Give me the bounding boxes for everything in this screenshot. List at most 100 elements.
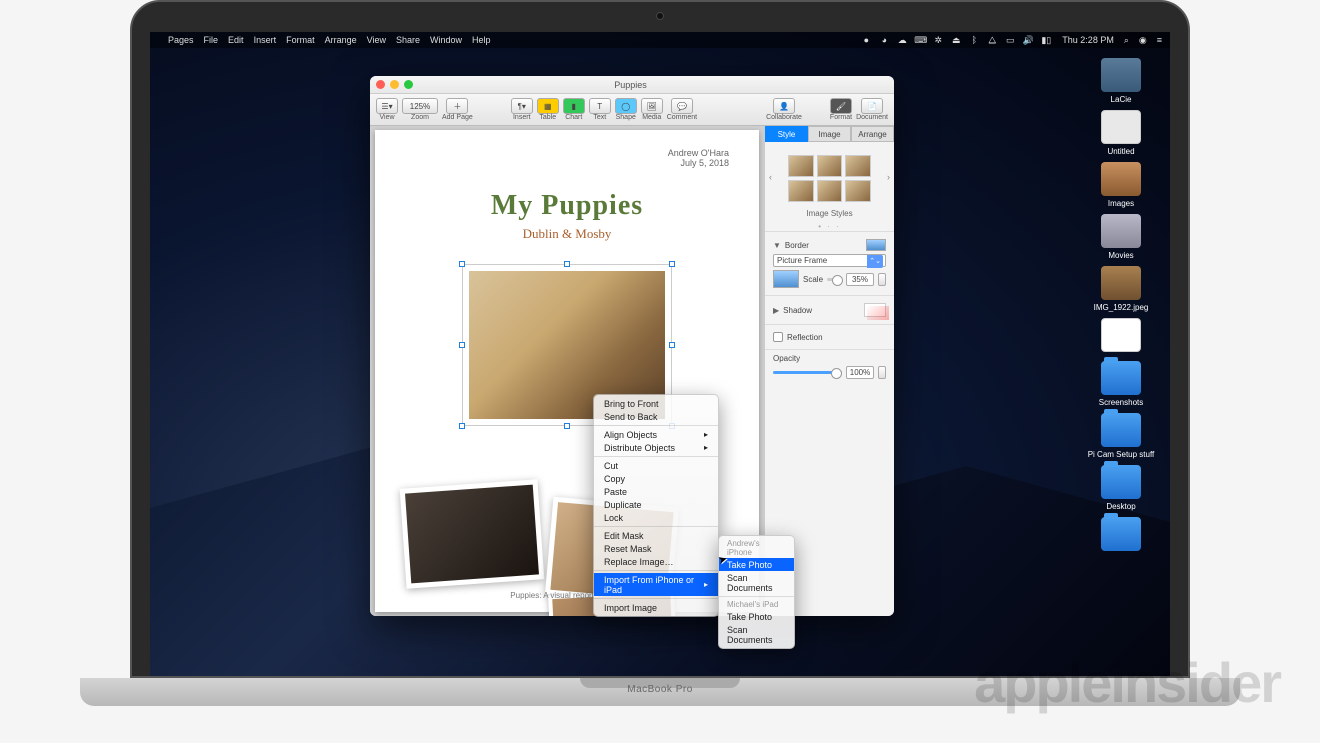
tb-text[interactable]: TText [589,98,611,121]
scale-value[interactable]: 35% [846,273,874,286]
minimize-icon[interactable] [390,80,399,89]
resize-handle[interactable] [459,423,465,429]
ctx-item[interactable]: Copy [594,472,718,485]
maximize-icon[interactable] [404,80,413,89]
volume-icon[interactable]: 🔊 [1022,35,1034,46]
menu-arrange[interactable]: Arrange [325,35,357,45]
desktop-icon[interactable]: IMG_1922.jpeg [1082,266,1160,312]
style-thumb[interactable] [817,155,843,177]
desktop-icon[interactable]: Movies [1082,214,1160,260]
close-icon[interactable] [376,80,385,89]
status-tray[interactable]: ● ◕ ☁ ⌨ ✲ ⏏ ᛒ ⧋ ▭ 🔊 ▮▯ [860,35,1052,46]
desktop-icon[interactable]: Untitled [1082,110,1160,156]
context-menu[interactable]: Bring to FrontSend to Back Align Objects▸… [593,394,719,617]
style-thumb[interactable] [788,180,814,202]
status-icon[interactable]: ☁ [896,35,908,46]
desktop-icon[interactable] [1082,517,1160,554]
menu-window[interactable]: Window [430,35,462,45]
style-thumb[interactable] [817,180,843,202]
menu-view[interactable]: View [367,35,386,45]
scale-slider[interactable] [827,278,842,281]
disclosure-icon[interactable]: ▶ [773,306,779,315]
tb-collaborate[interactable]: 👤Collaborate [766,98,802,121]
styles-next-icon[interactable]: › [885,172,892,182]
frame-type-select[interactable]: Picture Frame [773,254,886,267]
resize-handle[interactable] [564,423,570,429]
tb-add-page[interactable]: ＋Add Page [442,98,473,121]
desktop-icon[interactable]: Pi Cam Setup stuff [1082,413,1160,459]
dog-photo-1[interactable] [400,479,545,588]
tb-chart[interactable]: ▮Chart [563,98,585,121]
ctx-item[interactable]: Bring to Front [594,397,718,410]
battery-icon[interactable]: ▮▯ [1040,35,1052,46]
tb-document[interactable]: 📄Document [856,98,888,121]
shadow-preview[interactable] [864,303,886,317]
resize-handle[interactable] [459,342,465,348]
search-icon[interactable]: ⌕ [1124,35,1129,46]
desktop-icon[interactable]: LaCie [1082,58,1160,104]
traffic-lights[interactable] [376,80,413,89]
opacity-value[interactable]: 100% [846,366,874,379]
tb-shape[interactable]: ◯Shape [615,98,637,121]
tb-view[interactable]: ☰▾View [376,98,398,121]
desktop-icon[interactable]: Desktop [1082,465,1160,511]
menu-share[interactable]: Share [396,35,420,45]
tb-media[interactable]: 🖼Media [641,98,663,121]
siri-icon[interactable]: ◉ [1139,35,1147,46]
style-thumb[interactable] [845,155,871,177]
opacity-stepper[interactable] [878,366,886,379]
status-icon[interactable]: ● [860,35,872,45]
ctx-item[interactable]: Reset Mask [594,542,718,555]
status-icon[interactable]: ⏏ [950,35,962,46]
ctx-item[interactable]: Replace Image… [594,555,718,568]
doc-subtitle[interactable]: Dublin & Mosby [405,226,729,242]
resize-handle[interactable] [564,261,570,267]
menu-format[interactable]: Format [286,35,315,45]
desktop-icon[interactable]: Images [1082,162,1160,208]
ctx-item[interactable]: Import Image [594,601,718,614]
resize-handle[interactable] [459,261,465,267]
menu-insert[interactable]: Insert [254,35,277,45]
scale-stepper[interactable] [878,273,886,286]
opacity-slider[interactable] [773,371,842,374]
tb-table[interactable]: ▦Table [537,98,559,121]
status-icon[interactable]: ⌨ [914,35,926,46]
menu-help[interactable]: Help [472,35,491,45]
window-titlebar[interactable]: Puppies [370,76,894,94]
context-sub-menu[interactable]: Andrew's iPhoneTake PhotoScan DocumentsM… [718,535,795,649]
desktop-icon[interactable] [1082,318,1160,355]
tab-image[interactable]: Image [808,126,851,142]
ctx-item[interactable]: Import From iPhone or iPad▸ [594,573,718,596]
resize-handle[interactable] [669,261,675,267]
ctx-item[interactable]: Lock [594,511,718,524]
styles-prev-icon[interactable]: ‹ [767,172,774,182]
sub-menu-item[interactable]: Scan Documents [719,623,794,646]
resize-handle[interactable] [669,342,675,348]
menubar-clock[interactable]: Thu 2:28 PM [1062,35,1114,45]
style-thumb[interactable] [788,155,814,177]
status-icon[interactable]: ◕ [878,35,890,45]
notification-center-icon[interactable]: ≡ [1157,35,1162,45]
menubar[interactable]: Pages File Edit Insert Format Arrange Vi… [150,32,1170,48]
tb-insert[interactable]: ¶▾Insert [511,98,533,121]
ctx-item[interactable]: Edit Mask [594,529,718,542]
ctx-item[interactable]: Paste [594,485,718,498]
doc-title[interactable]: My Puppies [405,190,729,222]
ctx-item[interactable]: Align Objects▸ [594,428,718,441]
style-thumb[interactable] [845,180,871,202]
tb-format[interactable]: 🖌Format [830,98,852,121]
ctx-item[interactable]: Cut [594,459,718,472]
sub-menu-item[interactable]: Take Photo [719,558,794,571]
tab-arrange[interactable]: Arrange [851,126,894,142]
wifi-icon[interactable]: ⧋ [986,35,998,46]
ctx-item[interactable]: Send to Back [594,410,718,423]
tb-zoom[interactable]: 125%Zoom [402,98,438,121]
tb-comment[interactable]: 💬Comment [667,98,697,121]
desktop-icon[interactable]: Screenshots [1082,361,1160,407]
app-name[interactable]: Pages [168,35,194,45]
bluetooth-icon[interactable]: ᛒ [968,35,980,45]
frame-thumbnail[interactable] [773,270,799,288]
ctx-item[interactable]: Distribute Objects▸ [594,441,718,454]
ctx-item[interactable]: Duplicate [594,498,718,511]
sub-menu-item[interactable]: Take Photo [719,610,794,623]
